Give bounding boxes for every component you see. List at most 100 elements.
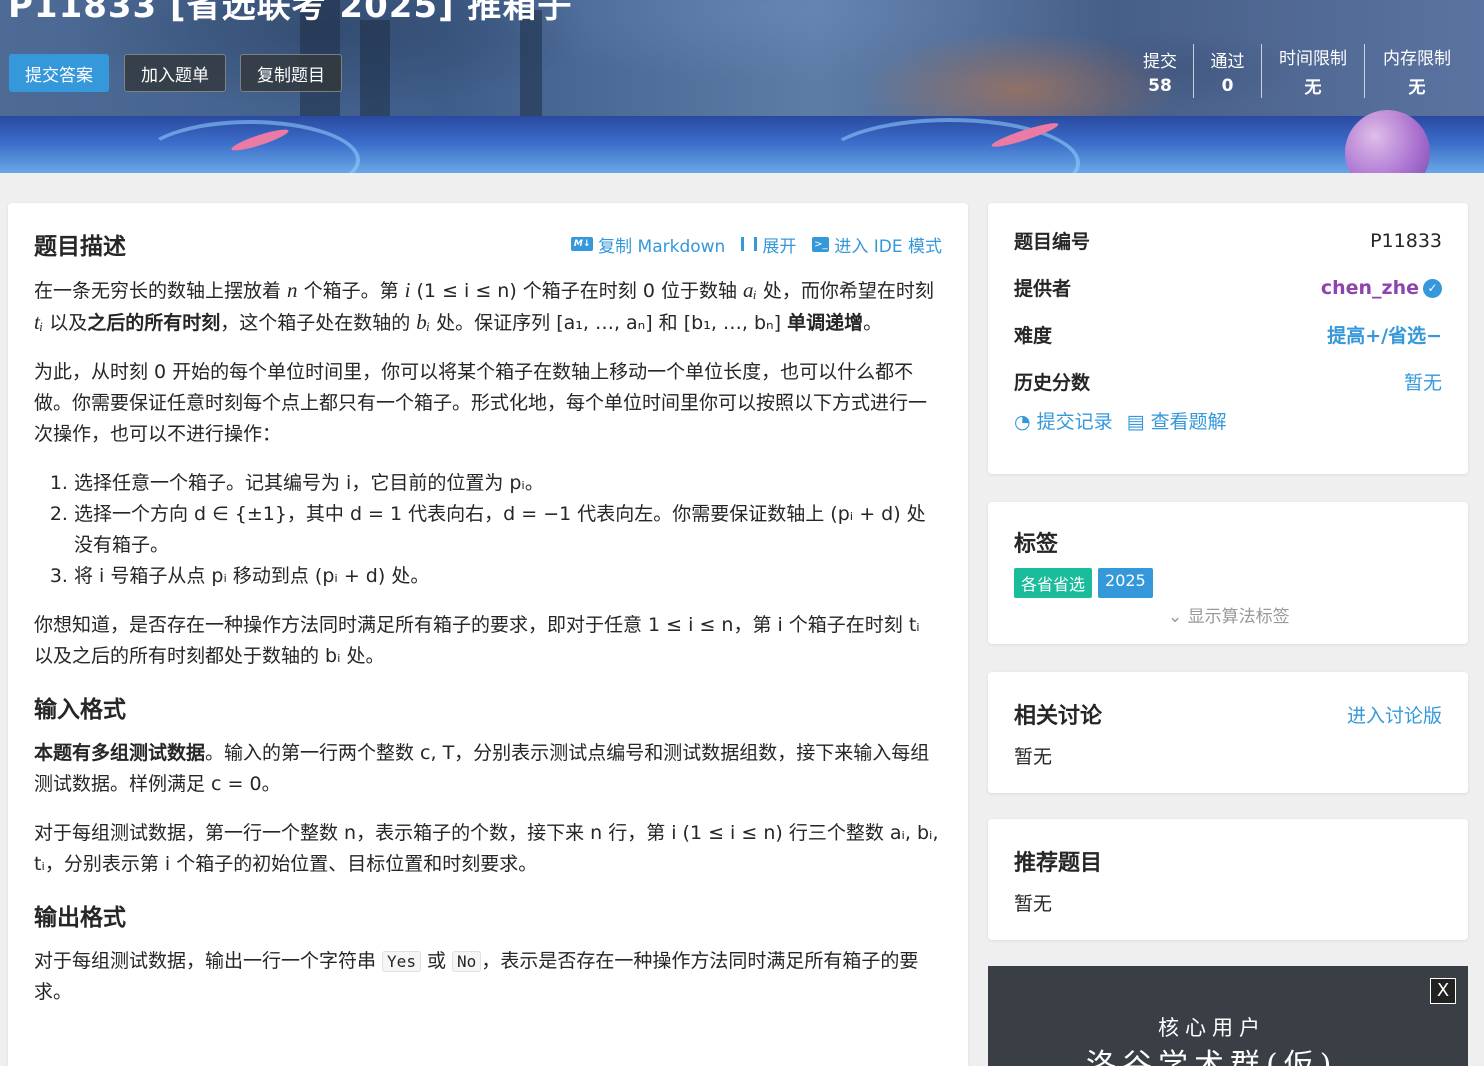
info-label: 提供者 <box>1014 278 1072 300</box>
bold-text: 之后的所有时刻 <box>87 312 221 334</box>
show-algorithm-tags-toggle[interactable]: ⌄ 显示算法标签 <box>1168 602 1442 627</box>
expand-icon <box>741 237 758 251</box>
section-heading-description: 题目描述 <box>34 234 126 260</box>
stat-time-limit: 时间限制 无 <box>1262 44 1365 98</box>
inline-code: Yes <box>382 951 421 972</box>
submit-records-link[interactable]: ◔ 提交记录 <box>1014 407 1113 434</box>
terminal-icon: >_ <box>812 236 830 252</box>
info-label: 题目编号 <box>1014 231 1091 253</box>
info-row-pid: 题目编号 P11833 <box>1014 217 1442 264</box>
description-paragraph-2: 为此，从时刻 0 开始的每个单位时间里，你可以将某个箱子在数轴上移动一个单位长度… <box>34 361 928 445</box>
tags-card: 标签 各省省选 2025 ⌄ 显示算法标签 <box>988 502 1468 644</box>
view-solutions-link[interactable]: ▤ 查看题解 <box>1127 407 1227 434</box>
submit-records-label: 提交记录 <box>1036 411 1113 433</box>
problem-id: P11833 <box>1370 229 1442 252</box>
text: 。 <box>863 312 883 334</box>
text: 处。保证序列 [a₁, …, aₙ] 和 [b₁, …, bₙ] <box>430 312 788 334</box>
tag-list: 各省省选 2025 <box>1014 568 1442 598</box>
enter-discussion-link[interactable]: 进入讨论版 <box>1347 701 1442 728</box>
stat-label: 时间限制 <box>1279 49 1347 69</box>
header-banner: P11833 [省选联考 2025] 推箱子 提交答案 加入题单 复制题目 提交… <box>0 0 1484 173</box>
stat-submissions: 提交 58 <box>1127 44 1194 98</box>
stat-value: 58 <box>1148 75 1172 96</box>
recommend-card: 推荐题目 暂无 <box>988 819 1468 940</box>
stat-accepted: 通过 0 <box>1194 44 1262 98</box>
difficulty-link[interactable]: 提高+/省选− <box>1327 321 1442 348</box>
stat-label: 内存限制 <box>1383 49 1451 69</box>
info-row-provider: 提供者 chen_zhe ✓ <box>1014 264 1442 311</box>
info-label: 历史分数 <box>1014 372 1091 394</box>
description-paragraph-3: 你想知道，是否存在一种操作方法同时满足所有箱子的要求，即对于任意 1 ≤ i ≤… <box>34 614 920 667</box>
discussion-empty: 暂无 <box>1014 746 1053 768</box>
copy-problem-button[interactable]: 复制题目 <box>240 54 342 92</box>
copy-markdown-button[interactable]: M↓ 复制 Markdown <box>571 232 725 257</box>
chevron-down-icon: ⌄ <box>1168 607 1183 627</box>
text: 对于每组测试数据，输出一行一个字符串 <box>34 950 383 972</box>
show-algorithm-tags-label: 显示算法标签 <box>1187 607 1290 627</box>
info-label: 难度 <box>1014 325 1053 347</box>
math: tᵢ <box>34 310 44 334</box>
expand-label: 展开 <box>762 236 797 257</box>
recommend-heading: 推荐题目 <box>1014 851 1103 876</box>
input-paragraph-2: 对于每组测试数据，第一行一个整数 n，表示箱子的个数，接下来 n 行，第 i (… <box>34 822 939 875</box>
page-title: P11833 [省选联考 2025] 推箱子 <box>8 0 573 26</box>
math: bᵢ <box>416 310 431 334</box>
submit-answer-button[interactable]: 提交答案 <box>9 54 109 92</box>
math: n <box>287 278 298 302</box>
statement-header: 题目描述 M↓ 复制 Markdown 展开 >_ 进入 IDE 模式 <box>34 227 942 261</box>
problem-stats: 提交 58 通过 0 时间限制 无 内存限制 无 <box>1127 44 1469 98</box>
text: 在一条无穷长的数轴上摆放着 <box>34 280 288 302</box>
markdown-icon: M↓ <box>571 237 594 251</box>
stat-label: 通过 <box>1210 51 1245 72</box>
bold-text: 单调递增 <box>787 312 864 334</box>
tag-badge[interactable]: 2025 <box>1098 568 1153 598</box>
add-to-list-button[interactable]: 加入题单 <box>124 54 226 92</box>
text: 以及 <box>43 312 88 334</box>
provider-name: chen_zhe <box>1320 276 1419 299</box>
view-solutions-label: 查看题解 <box>1150 411 1227 433</box>
output-paragraph: 对于每组测试数据，输出一行一个字符串 Yes 或 No ，表示是否存在一种操作方法… <box>34 946 942 1008</box>
recommend-empty: 暂无 <box>1014 893 1053 915</box>
inline-code: No <box>452 951 482 972</box>
stat-value: 无 <box>1408 78 1426 98</box>
text: ，这个箱子处在数轴的 <box>220 312 417 334</box>
stat-label: 提交 <box>1143 51 1177 72</box>
tag-badge[interactable]: 各省省选 <box>1014 568 1093 598</box>
operation-list: 选择任意一个箱子。记其编号为 i，它目前的位置为 pᵢ。 选择一个方向 d ∈ … <box>74 468 942 592</box>
stat-memory-limit: 内存限制 无 <box>1365 44 1469 98</box>
statement-actions: M↓ 复制 Markdown 展开 >_ 进入 IDE 模式 <box>571 232 942 257</box>
close-icon[interactable]: X <box>1430 978 1456 1004</box>
ad-line-1: 核心用户 <box>1158 1016 1266 1040</box>
expand-button[interactable]: 展开 <box>741 232 796 257</box>
text: 处，而你希望在时刻 <box>756 280 934 302</box>
list-item: 将 i 号箱子从点 pᵢ 移动到点 (pᵢ + d) 处。 <box>74 561 942 592</box>
list-item: 选择任意一个箱子。记其编号为 i，它目前的位置为 pᵢ。 <box>74 468 942 499</box>
ad-line-2: 洛谷学术群(仮) <box>1086 1048 1338 1066</box>
info-row-difficulty: 难度 提高+/省选− <box>1014 311 1442 358</box>
stat-value: 无 <box>1304 78 1322 98</box>
discussion-card: 相关讨论 进入讨论版 暂无 <box>988 672 1468 793</box>
ide-mode-label: 进入 IDE 模式 <box>834 236 942 257</box>
section-heading-input: 输入格式 <box>34 697 126 723</box>
problem-info-card: 题目编号 P11833 提供者 chen_zhe ✓ 难度 提高+/省选− 历史分… <box>988 203 1468 474</box>
input-paragraph-1: 本题有多组测试数据。输入的第一行两个整数 c, T，分别表示测试点编号和测试数据… <box>34 738 942 800</box>
stat-value: 0 <box>1221 75 1234 96</box>
ide-mode-button[interactable]: >_ 进入 IDE 模式 <box>812 232 942 257</box>
discussion-header: 相关讨论 进入讨论版 <box>1014 698 1442 730</box>
verified-icon: ✓ <box>1423 278 1442 298</box>
text: (1 ≤ i ≤ n) 个箱子在时刻 0 位于数轴 <box>410 280 744 302</box>
section-heading-output: 输出格式 <box>34 905 126 931</box>
banner-decoration <box>360 20 390 116</box>
ad-banner[interactable]: 核心用户 洛谷学术群(仮) X <box>988 966 1468 1066</box>
tags-heading: 标签 <box>1014 532 1059 557</box>
provider-link[interactable]: chen_zhe ✓ <box>1321 277 1442 299</box>
math: aᵢ <box>743 278 757 302</box>
info-row-score: 历史分数 暂无 <box>1014 358 1442 405</box>
discussion-heading: 相关讨论 <box>1014 704 1103 729</box>
list-item: 选择一个方向 d ∈ {±1}，其中 d = 1 代表向右，d = −1 代表向… <box>74 499 942 561</box>
info-links: ◔ 提交记录 ▤ 查看题解 <box>1014 407 1442 434</box>
bold-text: 本题有多组测试数据 <box>34 742 206 764</box>
text: 个箱子。第 <box>297 280 405 302</box>
history-score[interactable]: 暂无 <box>1404 368 1442 395</box>
text: 或 <box>420 950 453 972</box>
